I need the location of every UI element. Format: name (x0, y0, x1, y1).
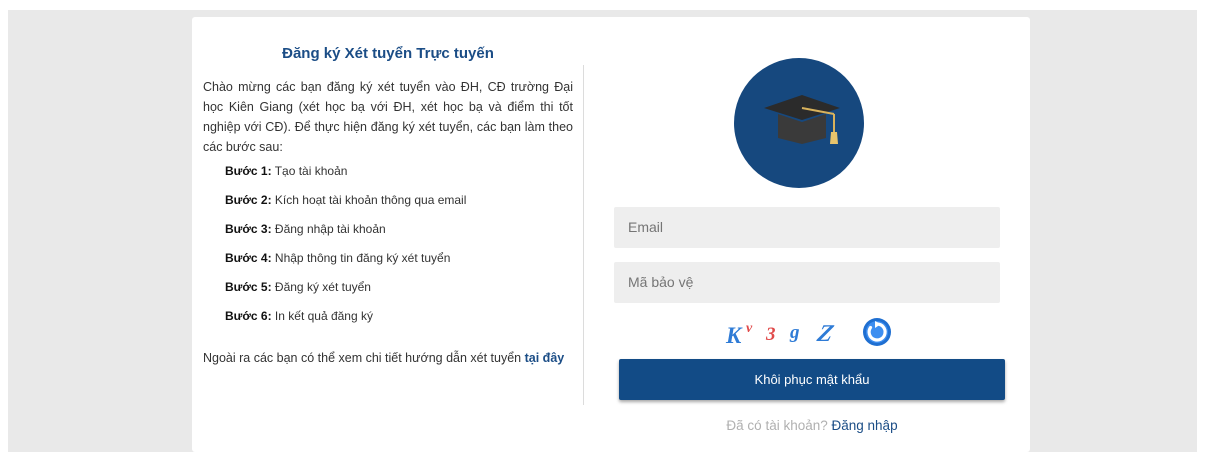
login-prompt: Đã có tài khoản? Đăng nhập (619, 418, 1005, 433)
captcha-input[interactable] (614, 262, 1000, 303)
step-item: Bước 5: Đăng ký xét tuyển (225, 279, 466, 308)
registration-card: Đăng ký Xét tuyển Trực tuyến Chào mừng c… (192, 17, 1030, 452)
step-item: Bước 3: Đăng nhập tài khoản (225, 221, 466, 250)
captcha-char: g (790, 322, 800, 343)
step-label: Bước 3: (225, 222, 272, 236)
captcha-char: Z (814, 321, 837, 347)
refresh-icon (863, 318, 891, 346)
step-text: Tạo tài khoản (274, 164, 348, 178)
graduation-cap-icon (764, 95, 840, 144)
instructions-intro: Chào mừng các bạn đăng ký xét tuyển vào … (203, 80, 573, 154)
step-text: Nhập thông tin đăng ký xét tuyển (274, 251, 451, 265)
step-label: Bước 4: (225, 251, 272, 265)
captcha-char: 3 (766, 324, 776, 345)
avatar (734, 58, 864, 188)
step-item: Bước 1: Tạo tài khoản (225, 163, 466, 192)
login-link[interactable]: Đăng nhập (832, 418, 898, 433)
email-field[interactable] (614, 207, 1000, 248)
step-text: In kết quả đăng ký (274, 309, 373, 323)
step-label: Bước 2: (225, 193, 272, 207)
steps-list: Bước 1: Tạo tài khoản Bước 2: Kích hoạt … (225, 163, 466, 337)
step-item: Bước 2: Kích hoạt tài khoản thông qua em… (225, 192, 466, 221)
step-text: Đăng nhập tài khoản (274, 222, 386, 236)
step-label: Bước 6: (225, 309, 272, 323)
step-label: Bước 1: (225, 164, 272, 178)
instructions-title: Đăng ký Xét tuyển Trực tuyến (282, 45, 494, 62)
step-item: Bước 4: Nhập thông tin đăng ký xét tuyển (225, 250, 466, 279)
panel-divider (583, 65, 584, 405)
refresh-captcha-button[interactable] (862, 317, 892, 347)
login-prompt-text: Đã có tài khoản? (726, 418, 828, 433)
captcha-char: v (746, 321, 753, 336)
step-item: Bước 6: In kết quả đăng ký (225, 308, 466, 337)
guide-note: Ngoài ra các bạn có thể xem chi tiết hướ… (203, 349, 573, 367)
captcha-char: K (726, 323, 742, 348)
step-text: Đăng ký xét tuyển (274, 280, 371, 294)
step-text: Kích hoạt tài khoản thông qua email (274, 193, 467, 207)
guide-note-text: Ngoài ra các bạn có thể xem chi tiết hướ… (203, 351, 522, 365)
reset-password-button[interactable]: Khôi phục mật khẩu (619, 359, 1005, 400)
page-background: Đăng ký Xét tuyển Trực tuyến Chào mừng c… (8, 10, 1197, 452)
guide-link[interactable]: tại đây (525, 351, 565, 365)
step-label: Bước 5: (225, 280, 272, 294)
instructions-panel: Đăng ký Xét tuyển Trực tuyến Chào mừng c… (192, 17, 584, 452)
